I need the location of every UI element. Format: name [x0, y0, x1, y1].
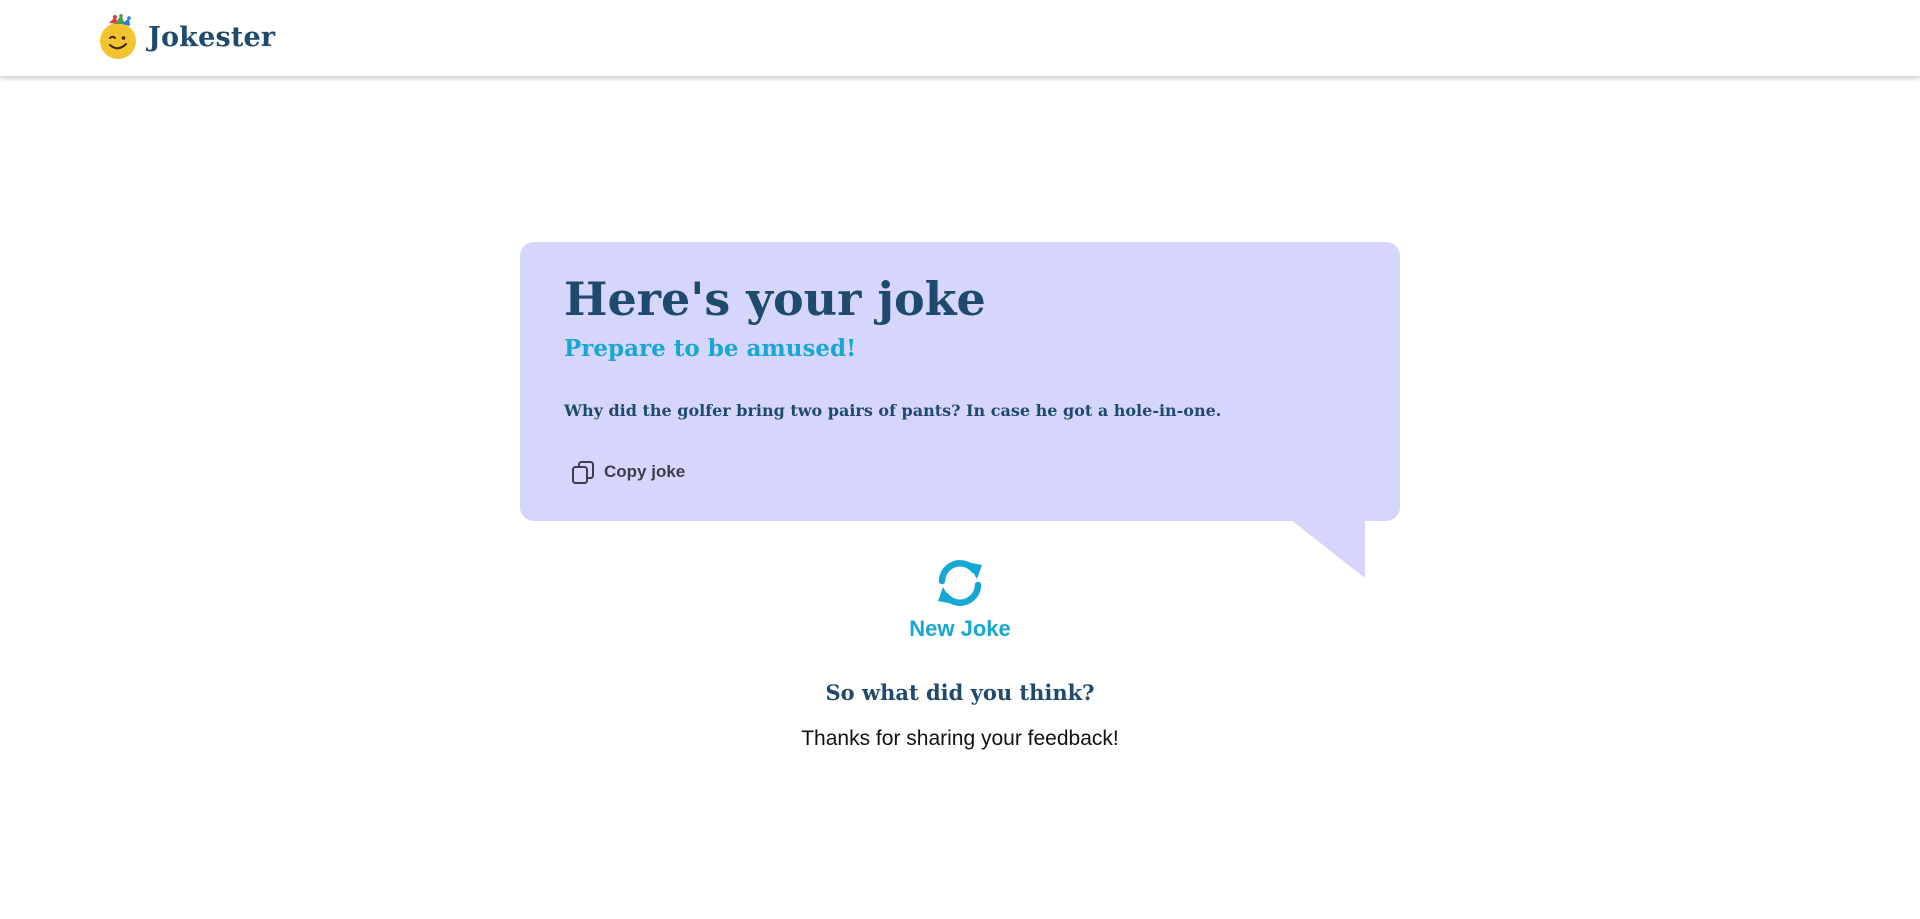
brand-name: Jokester [148, 21, 276, 53]
new-joke-button[interactable]: New Joke [880, 550, 1040, 645]
refresh-icon [938, 560, 982, 606]
speech-bubble-tail [1291, 520, 1365, 578]
joke-title: Here's your joke [564, 272, 986, 326]
jester-smiley-logo-icon [100, 14, 136, 59]
joke-subtitle: Prepare to be amused! [564, 335, 857, 362]
joke-card: Here's your joke Prepare to be amused! W… [520, 242, 1400, 521]
joke-text: Why did the golfer bring two pairs of pa… [564, 401, 1222, 420]
copy-joke-label: Copy joke [604, 462, 686, 481]
new-joke-label: New Joke [909, 616, 1011, 641]
site-header: Jokester [0, 0, 1920, 77]
copy-joke-button[interactable]: Copy joke [564, 452, 691, 492]
feedback-heading: So what did you think? [825, 680, 1095, 705]
brand-link[interactable]: Jokester [98, 14, 275, 60]
feedback-thanks-message: Thanks for sharing your feedback! [801, 727, 1119, 750]
copy-icon [572, 461, 594, 484]
